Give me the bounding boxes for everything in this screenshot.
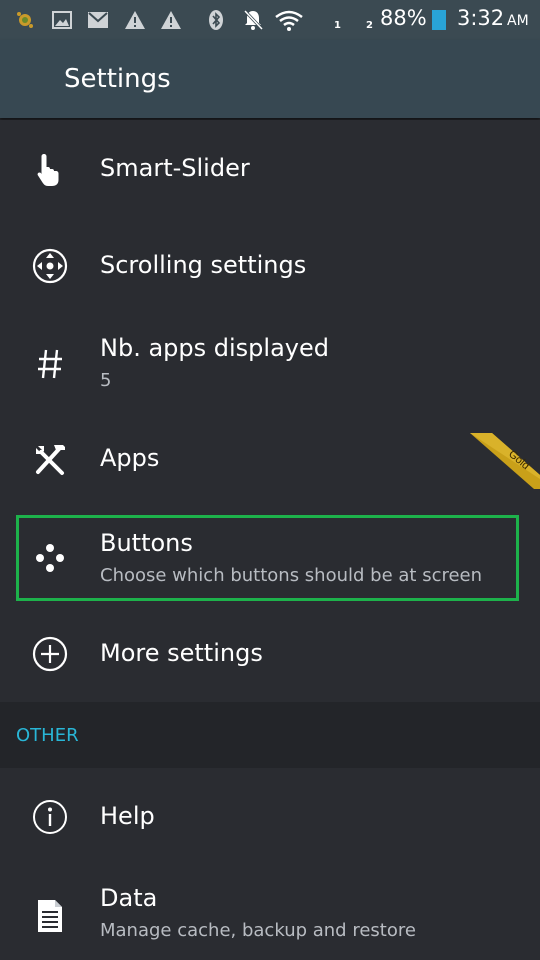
section-header-other: OTHER (0, 702, 540, 768)
sim2-indicator: 2 (366, 20, 373, 31)
touch-icon (26, 146, 74, 194)
section-header-label: OTHER (16, 725, 79, 746)
setting-title: Scrolling settings (100, 251, 307, 279)
highlight-box (16, 515, 519, 601)
setting-title: Apps (100, 444, 160, 472)
settings-section: Smart-Slider Scrolling settings Nb. apps… (0, 120, 540, 702)
clock: 3:32 (457, 6, 505, 30)
tools-icon (26, 436, 74, 484)
setting-title: Nb. apps displayed (100, 334, 329, 362)
setting-item-apps[interactable]: Apps (0, 412, 540, 509)
setting-item-help[interactable]: Help (0, 768, 540, 866)
app-notification-icon (14, 9, 36, 31)
info-icon (26, 793, 74, 841)
setting-item-more-settings[interactable]: More settings (0, 606, 540, 702)
clock-ampm: AM (507, 13, 529, 29)
battery-percent: 88% (380, 6, 427, 30)
wifi-icon (274, 9, 304, 31)
image-icon (52, 9, 72, 31)
setting-title: Smart-Slider (100, 154, 250, 182)
gmail-icon (87, 9, 109, 31)
scroll-icon (26, 242, 74, 290)
setting-item-smart-slider[interactable]: Smart-Slider (0, 120, 540, 217)
setting-item-scrolling[interactable]: Scrolling settings (0, 217, 540, 314)
page-title: Settings (64, 64, 171, 94)
setting-title: Help (100, 802, 155, 830)
mute-icon (242, 9, 264, 31)
settings-content: Smart-Slider Scrolling settings Nb. apps… (0, 120, 540, 960)
battery-icon (432, 9, 446, 31)
status-bar: 1 2 88% 3:32 AM (0, 0, 540, 40)
other-section: Help Data Manage cache, backup and resto… (0, 768, 540, 960)
setting-title: Data (100, 884, 158, 912)
setting-title: More settings (100, 639, 263, 667)
setting-subtitle: Manage cache, backup and restore (100, 920, 416, 941)
setting-subtitle: 5 (100, 370, 112, 391)
app-bar: Settings (0, 40, 540, 118)
warning-icon (124, 9, 146, 31)
setting-item-data[interactable]: Data Manage cache, backup and restore (0, 866, 540, 960)
add-circle-icon (26, 630, 74, 678)
signal-icon (340, 9, 360, 31)
setting-item-nb-apps[interactable]: Nb. apps displayed 5 (0, 314, 540, 412)
bluetooth-icon (207, 9, 225, 31)
document-icon (26, 892, 74, 940)
hash-icon (26, 340, 74, 388)
warning-icon (160, 9, 182, 31)
